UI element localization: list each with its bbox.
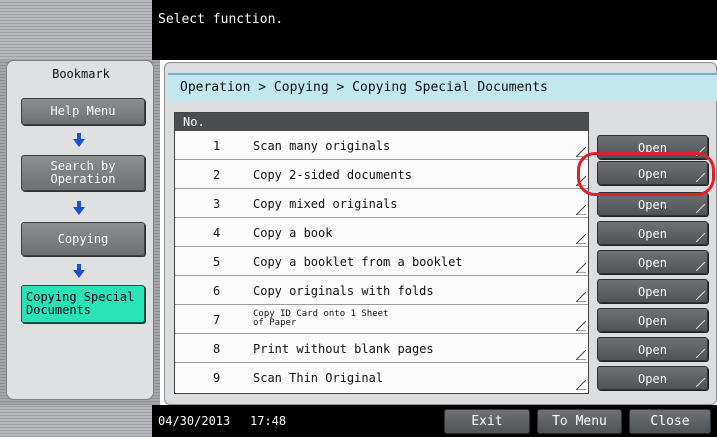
bookmark-label: Copying xyxy=(57,231,109,246)
table-row[interactable]: 9 Scan Thin Original xyxy=(175,363,588,392)
bookmark-copying-special-documents-button[interactable]: Copying Special Documents xyxy=(21,285,145,323)
row-title: Copy mixed originals xyxy=(253,197,398,211)
column-header-number: No. xyxy=(175,113,588,131)
corner-mark-icon xyxy=(576,292,586,302)
open-button[interactable]: Open xyxy=(597,279,708,303)
table-row[interactable]: 5 Copy a booklet from a booklet xyxy=(175,247,588,276)
table-row[interactable]: 1 Scan many originals xyxy=(175,131,588,160)
open-label: Open xyxy=(638,256,667,270)
corner-mark-icon xyxy=(576,205,586,215)
open-label: Open xyxy=(638,372,667,386)
open-label: Open xyxy=(638,227,667,241)
bookmark-label: Help Menu xyxy=(50,104,116,118)
corner-mark-icon xyxy=(696,291,705,300)
corner-mark-icon xyxy=(696,204,705,213)
breadcrumb: Operation > Copying > Copying Special Do… xyxy=(168,73,717,101)
open-label: Open xyxy=(638,198,667,212)
open-button[interactable]: Open xyxy=(597,308,708,332)
bottom-bar-left-panel xyxy=(0,405,152,437)
row-number: 4 xyxy=(213,226,221,240)
row-title: Copy a booklet from a booklet xyxy=(253,255,463,269)
open-button[interactable]: Open xyxy=(597,250,708,274)
table-row[interactable]: 3 Copy mixed originals xyxy=(175,189,588,218)
date-display: 04/30/2013 xyxy=(158,414,231,428)
bottom-bar: 04/30/2013 17:48 Exit To Menu Close xyxy=(0,405,717,437)
row-title: Copy a book xyxy=(253,226,333,240)
row-number: 5 xyxy=(213,255,221,269)
bookmark-search-by-operation-button[interactable]: Search by Operation xyxy=(21,155,145,191)
arrow-down-icon xyxy=(73,201,85,215)
corner-mark-icon xyxy=(576,321,586,331)
corner-mark-icon xyxy=(696,262,705,271)
status-message: Select function. xyxy=(158,12,284,27)
table-row[interactable]: 4 Copy a book xyxy=(175,218,588,247)
highlight-circle xyxy=(577,152,715,196)
row-title: Scan Thin Original xyxy=(253,371,384,385)
corner-mark-icon xyxy=(576,350,586,360)
row-number: 6 xyxy=(213,284,221,298)
corner-mark-icon xyxy=(576,234,586,244)
bookmark-box: Bookmark Help Menu Search by Operation C… xyxy=(6,60,154,400)
table-row[interactable]: 8 Print without blank pages xyxy=(175,334,588,363)
function-list-table: No. 1 Scan many originals 2 Copy 2-sided… xyxy=(174,112,589,394)
row-number: 1 xyxy=(213,139,221,153)
open-button[interactable]: Open xyxy=(597,221,708,245)
corner-mark-icon xyxy=(696,320,705,329)
row-title: Copy ID Card onto 1 Sheet of Paper xyxy=(253,309,389,328)
close-button[interactable]: Close xyxy=(629,409,711,434)
row-title: Copy originals with folds xyxy=(253,284,434,298)
bookmark-panel: Bookmark Help Menu Search by Operation C… xyxy=(0,60,160,405)
to-menu-button[interactable]: To Menu xyxy=(537,409,622,434)
open-label: Open xyxy=(638,343,667,357)
row-number: 2 xyxy=(213,168,221,182)
bookmark-label: Search by Operation xyxy=(50,159,116,186)
bookmark-title: Bookmark xyxy=(52,67,110,81)
corner-mark-icon xyxy=(696,378,705,387)
row-number: 3 xyxy=(213,197,221,211)
top-bar-left-panel xyxy=(0,0,152,60)
corner-mark-icon xyxy=(696,349,705,358)
open-label: Open xyxy=(638,314,667,328)
row-number: 7 xyxy=(213,313,221,327)
table-row[interactable]: 2 Copy 2-sided documents xyxy=(175,160,588,189)
bookmark-label: Copying Special Documents xyxy=(26,290,135,317)
bookmark-copying-button[interactable]: Copying xyxy=(21,222,145,256)
table-row[interactable]: 6 Copy originals with folds xyxy=(175,276,588,305)
row-number: 8 xyxy=(213,342,221,356)
arrow-down-icon xyxy=(73,133,85,147)
top-bar: Select function. xyxy=(0,0,717,60)
corner-mark-icon xyxy=(576,380,586,390)
table-row[interactable]: 7 Copy ID Card onto 1 Sheet of Paper xyxy=(175,305,588,334)
open-label: Open xyxy=(638,285,667,299)
row-title: Copy 2-sided documents xyxy=(253,168,412,182)
row-title: Print without blank pages xyxy=(253,342,434,356)
bookmark-help-menu-button[interactable]: Help Menu xyxy=(21,98,145,125)
open-button[interactable]: Open xyxy=(597,366,708,390)
corner-mark-icon xyxy=(696,233,705,242)
corner-mark-icon xyxy=(576,263,586,273)
arrow-down-icon xyxy=(73,264,85,278)
open-button[interactable]: Open xyxy=(597,337,708,361)
copier-help-screen: Select function. Bookmark Help Menu Sear… xyxy=(0,0,717,437)
row-number: 9 xyxy=(213,371,221,385)
time-display: 17:48 xyxy=(250,414,287,428)
row-title: Scan many originals xyxy=(253,139,391,153)
exit-button[interactable]: Exit xyxy=(444,409,530,434)
